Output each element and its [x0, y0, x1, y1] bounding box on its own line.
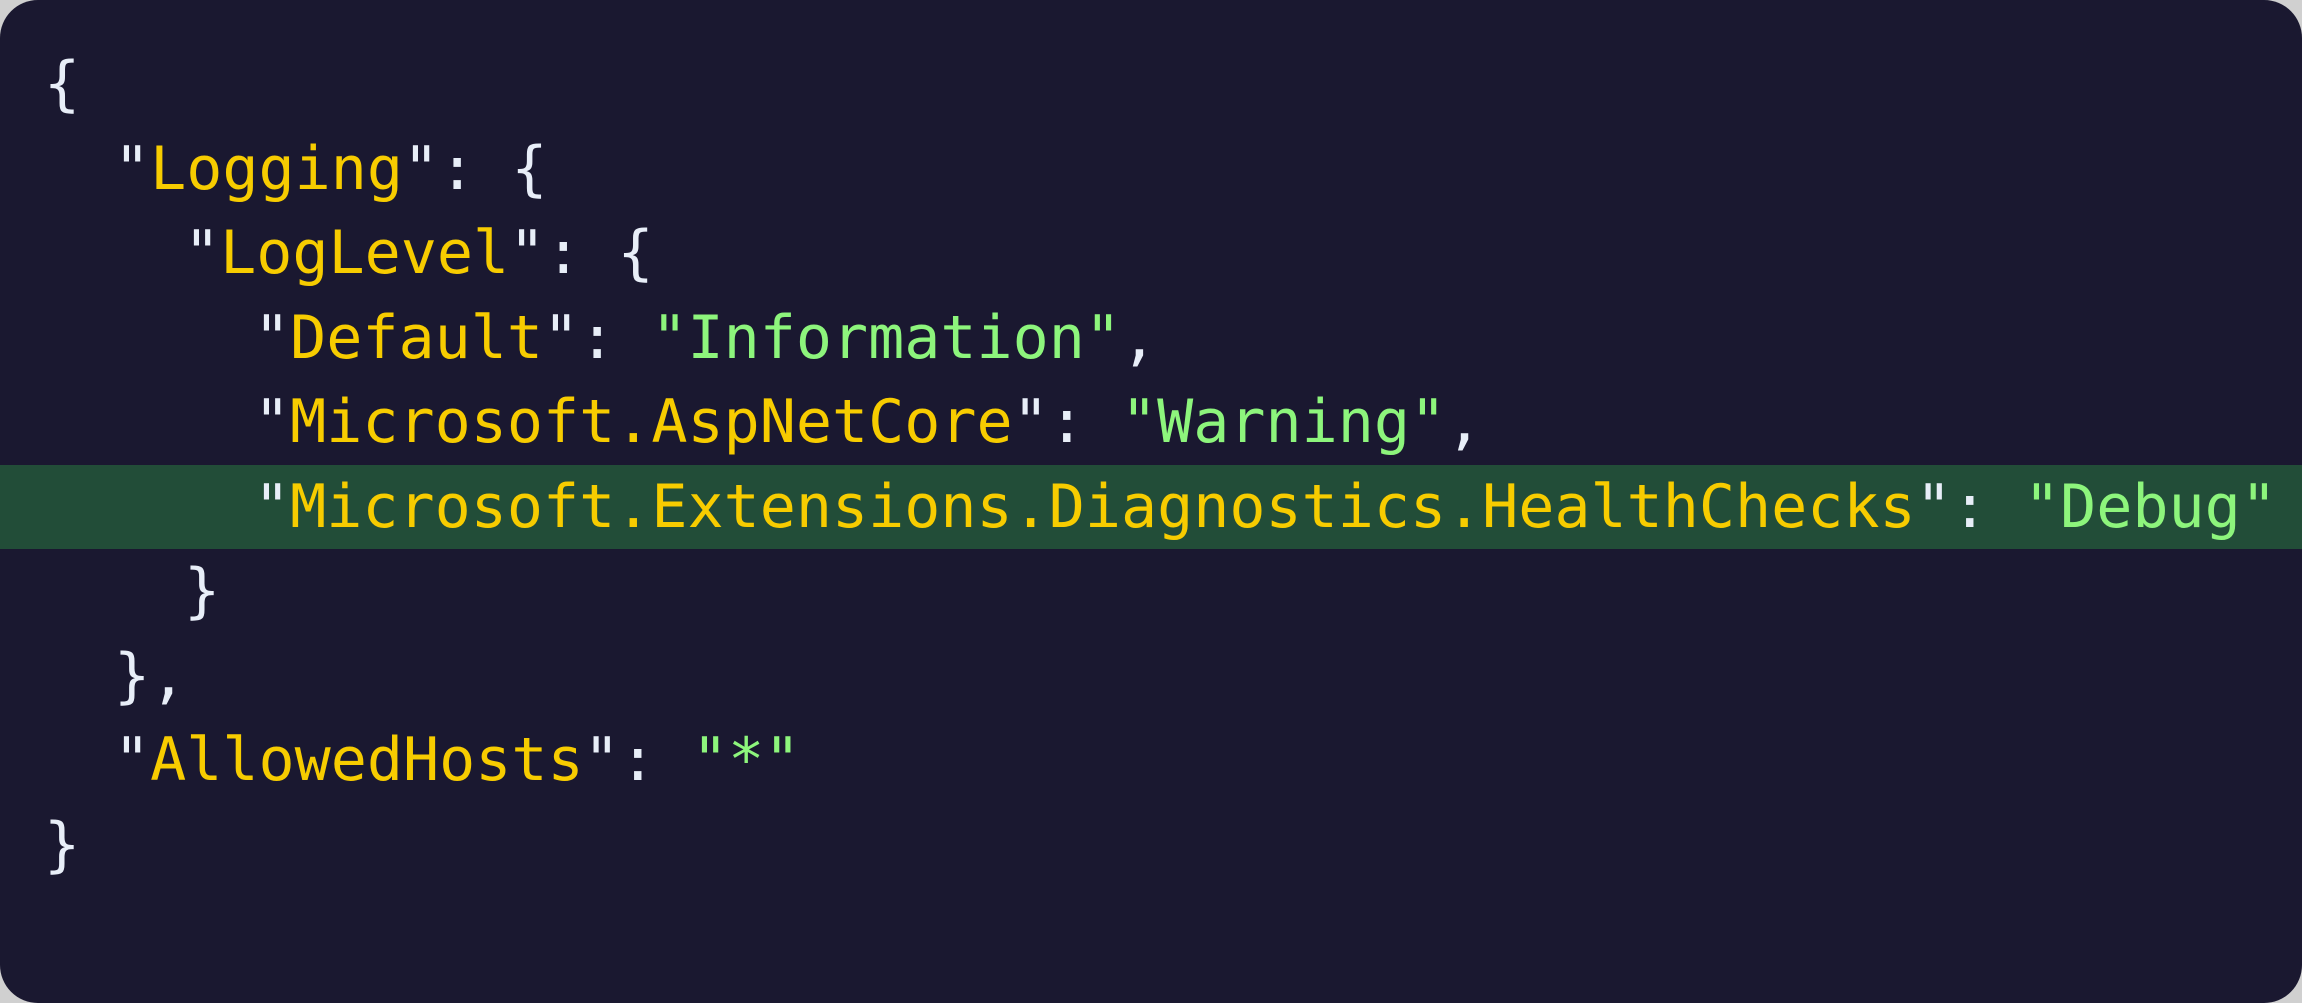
code-line: "Logging": {: [0, 127, 2302, 211]
highlighted-code-line: "Microsoft.Extensions.Diagnostics.Health…: [0, 464, 2302, 549]
code-line: {: [0, 42, 2302, 126]
json-key: Default: [290, 302, 543, 373]
code-line: "Default": "Information",: [0, 296, 2302, 380]
json-punctuation: ": [114, 725, 151, 795]
code-line: "LogLevel": {: [0, 211, 2302, 295]
json-key: AllowedHosts: [150, 725, 584, 795]
json-punctuation: ":: [1012, 387, 1121, 457]
json-key: Microsoft.AspNetCore: [290, 387, 1013, 457]
code-line: }: [0, 803, 2302, 887]
code-line: "AllowedHosts": "*": [0, 718, 2302, 802]
json-punctuation: ": [114, 133, 151, 204]
json-string-value: "*": [691, 725, 801, 795]
json-punctuation: {: [44, 49, 81, 119]
json-punctuation: ":: [583, 725, 692, 795]
json-key: Microsoft.Extensions.Diagnostics.HealthC…: [290, 471, 1916, 542]
json-punctuation: ": [254, 302, 291, 373]
json-punctuation: ": {: [509, 218, 654, 288]
json-punctuation: ": [254, 471, 291, 542]
json-string-value: "Warning": [1120, 387, 1447, 457]
json-punctuation: }: [44, 809, 81, 880]
code-panel: {"Logging": {"LogLevel": {"Default": "In…: [0, 0, 2302, 1003]
json-punctuation: }: [184, 556, 221, 626]
json-string-value: "Information": [651, 302, 1121, 373]
json-punctuation: ": [184, 218, 221, 288]
json-punctuation: },: [114, 640, 187, 711]
json-punctuation: ": {: [403, 133, 548, 204]
json-key: LogLevel: [220, 218, 510, 288]
json-punctuation: ": [254, 387, 291, 457]
json-punctuation: ":: [543, 302, 652, 373]
code-line: "Microsoft.AspNetCore": "Warning",: [0, 380, 2302, 464]
code-line: }: [0, 549, 2302, 633]
json-key: Logging: [150, 133, 403, 204]
json-punctuation: ":: [1915, 471, 2025, 542]
json-string-value: "Debug": [2024, 471, 2277, 542]
json-punctuation: ,: [1120, 302, 1158, 373]
json-punctuation: ,: [1446, 387, 1483, 457]
code-line: },: [0, 634, 2302, 718]
